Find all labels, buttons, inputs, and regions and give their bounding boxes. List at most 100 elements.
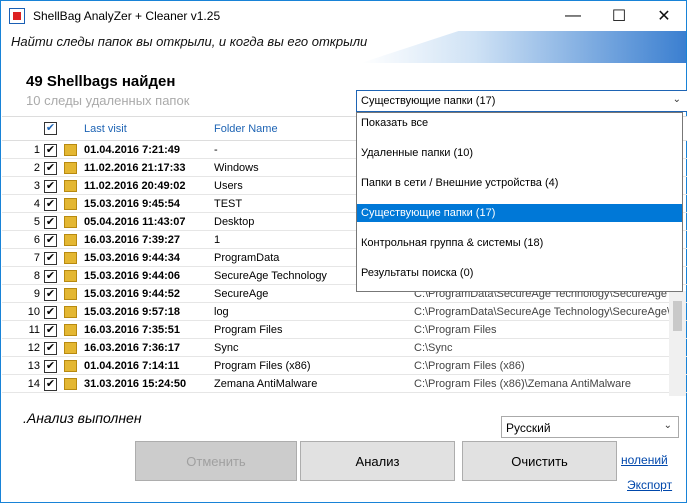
folder-grid-icon	[64, 342, 77, 354]
folder-path-cell: C:\ProgramData\SecureAge Technology\Secu…	[414, 306, 679, 318]
folder-grid-icon	[64, 252, 77, 264]
folder-name-cell: TEST	[214, 198, 243, 210]
last-visit-cell: 15.03.2016 9:44:06	[84, 270, 181, 282]
folder-path-cell: C:\Program Files	[414, 324, 497, 336]
shellbag-app-icon	[9, 8, 25, 24]
table-row[interactable]: 11 ✔ 16.03.2016 7:35:51 Program Files C:\Pro…	[2, 321, 687, 339]
folder-grid-icon	[64, 216, 77, 228]
deleted-traces-count: 10 следы удаленных папок	[26, 93, 190, 108]
row-number: 13	[27, 360, 40, 372]
folder-name-cell: 1	[214, 234, 221, 246]
chevron-down-icon: ⌄	[672, 94, 681, 105]
last-visit-cell: 16.03.2016 7:39:27	[84, 234, 181, 246]
folder-name-cell: log	[214, 306, 229, 318]
table-row[interactable]: 12 ✔ 16.03.2016 7:36:17 Sync C:\Sync	[2, 339, 687, 357]
title-bar: ShellBag AnalyZer + Cleaner v1.25 — ☐ ✕	[1, 1, 686, 31]
row-checkbox[interactable]: ✔	[44, 144, 57, 157]
language-select[interactable]: Русский ⌄	[501, 416, 679, 438]
table-row[interactable]: 14 ✔ 31.03.2016 15:24:50 Zemana AntiMalware…	[2, 375, 687, 393]
app-window: ShellBag AnalyZer + Cleaner v1.25 — ☐ ✕ …	[0, 0, 687, 503]
folder-path-cell: C:\Sync	[414, 342, 453, 354]
scrollbar-thumb[interactable]	[673, 301, 682, 331]
row-number: 5	[33, 216, 40, 228]
last-visit-cell: 01.04.2016 7:14:11	[84, 360, 180, 372]
row-number: 14	[27, 378, 40, 390]
filter-selected: Существующие папки (17)	[361, 95, 496, 107]
row-number: 2	[33, 162, 40, 174]
row-checkbox[interactable]: ✔	[44, 198, 57, 211]
filter-dropdown[interactable]: Существующие папки (17) ⌄	[356, 90, 687, 112]
folder-name-cell: Program Files	[214, 324, 283, 336]
table-row[interactable]: 10 ✔ 15.03.2016 9:57:18 log C:\ProgramData\S…	[2, 303, 687, 321]
close-icon[interactable]: ✕	[641, 1, 687, 31]
folder-grid-icon	[64, 162, 77, 174]
folder-grid-icon	[64, 180, 77, 192]
folder-name-cell: ProgramData	[214, 252, 280, 264]
chevron-down-icon: ⌄	[663, 420, 672, 431]
window-title: ShellBag AnalyZer + Cleaner v1.25	[33, 9, 221, 23]
folder-name-cell: SecureAge Technology	[214, 270, 327, 282]
header-decoration	[361, 31, 686, 63]
last-visit-cell: 16.03.2016 7:36:17	[84, 342, 181, 354]
row-number: 10	[27, 306, 40, 318]
row-checkbox[interactable]: ✔	[44, 324, 57, 337]
row-checkbox[interactable]: ✔	[44, 270, 57, 283]
folder-grid-icon	[64, 270, 77, 282]
folder-name-cell: Program Files (x86)	[214, 360, 311, 372]
export-link[interactable]: Экспорт	[627, 478, 672, 492]
row-checkbox[interactable]: ✔	[44, 306, 57, 319]
folder-grid-icon	[64, 324, 77, 336]
folder-path-cell: C:\Program Files (x86)\Zemana AntiMalwar…	[414, 378, 632, 390]
filter-option[interactable]: Контрольная группа & системы (18)	[357, 234, 682, 252]
folder-grid-icon	[64, 378, 77, 390]
row-checkbox[interactable]: ✔	[44, 288, 57, 301]
maximize-icon[interactable]: ☐	[596, 1, 642, 31]
row-number: 12	[27, 342, 40, 354]
folder-name-cell: SecureAge	[214, 288, 269, 300]
minimize-icon[interactable]: —	[550, 1, 596, 31]
last-visit-cell: 31.03.2016 15:24:50	[84, 378, 187, 390]
folder-grid-icon	[64, 144, 77, 156]
grid-scrollbar[interactable]	[669, 291, 686, 396]
filter-dropdown-list: Показать все Удаленные папки (10) Папки в …	[356, 112, 683, 292]
filter-option[interactable]: Результаты поиска (0)	[357, 264, 682, 282]
clean-button[interactable]: Очистить	[462, 441, 617, 481]
row-checkbox[interactable]: ✔	[44, 162, 57, 175]
folder-path-cell: C:\Program Files (x86)	[414, 360, 525, 372]
deleted-link[interactable]: нолений	[621, 453, 668, 467]
row-checkbox[interactable]: ✔	[44, 378, 57, 391]
row-checkbox[interactable]: ✔	[44, 180, 57, 193]
row-checkbox[interactable]: ✔	[44, 252, 57, 265]
folder-name-cell: Zemana AntiMalware	[214, 378, 318, 390]
table-row[interactable]: 13 ✔ 01.04.2016 7:14:11 Program Files (x86)…	[2, 357, 687, 375]
last-visit-cell: 16.03.2016 7:35:51	[84, 324, 181, 336]
row-number: 7	[33, 252, 40, 264]
row-checkbox[interactable]: ✔	[44, 234, 57, 247]
row-number: 8	[33, 270, 40, 282]
row-number: 3	[33, 180, 40, 192]
filter-option[interactable]: Папки в сети / Внешние устройства (4)	[357, 174, 682, 192]
row-number: 1	[33, 144, 40, 156]
last-visit-cell: 05.04.2016 11:43:07	[84, 216, 186, 228]
row-checkbox[interactable]: ✔	[44, 360, 57, 373]
last-visit-cell: 11.02.2016 21:17:33	[84, 162, 186, 174]
select-all-checkbox[interactable]: ✔	[44, 122, 57, 135]
folder-grid-icon	[64, 360, 77, 372]
filter-option[interactable]: Существующие папки (17)	[357, 204, 682, 222]
filter-option[interactable]: Удаленные папки (10)	[357, 144, 682, 162]
col-folder-name[interactable]: Folder Name	[214, 123, 278, 135]
cancel-button[interactable]: Отменить	[135, 441, 297, 481]
row-number: 11	[28, 324, 40, 336]
shellbags-count: 49 Shellbags найден	[26, 73, 176, 90]
row-number: 4	[33, 198, 40, 210]
last-visit-cell: 15.03.2016 9:57:18	[84, 306, 181, 318]
col-last-visit[interactable]: Last visit	[84, 123, 127, 135]
last-visit-cell: 11.02.2016 20:49:02	[84, 180, 186, 192]
folder-name-cell: Sync	[214, 342, 239, 354]
folder-name-cell: Users	[214, 180, 243, 192]
row-checkbox[interactable]: ✔	[44, 216, 57, 229]
row-checkbox[interactable]: ✔	[44, 342, 57, 355]
analyze-button[interactable]: Анализ	[300, 441, 455, 481]
filter-option[interactable]: Показать все	[357, 114, 682, 132]
status-text: .Анализ выполнен	[23, 410, 142, 426]
